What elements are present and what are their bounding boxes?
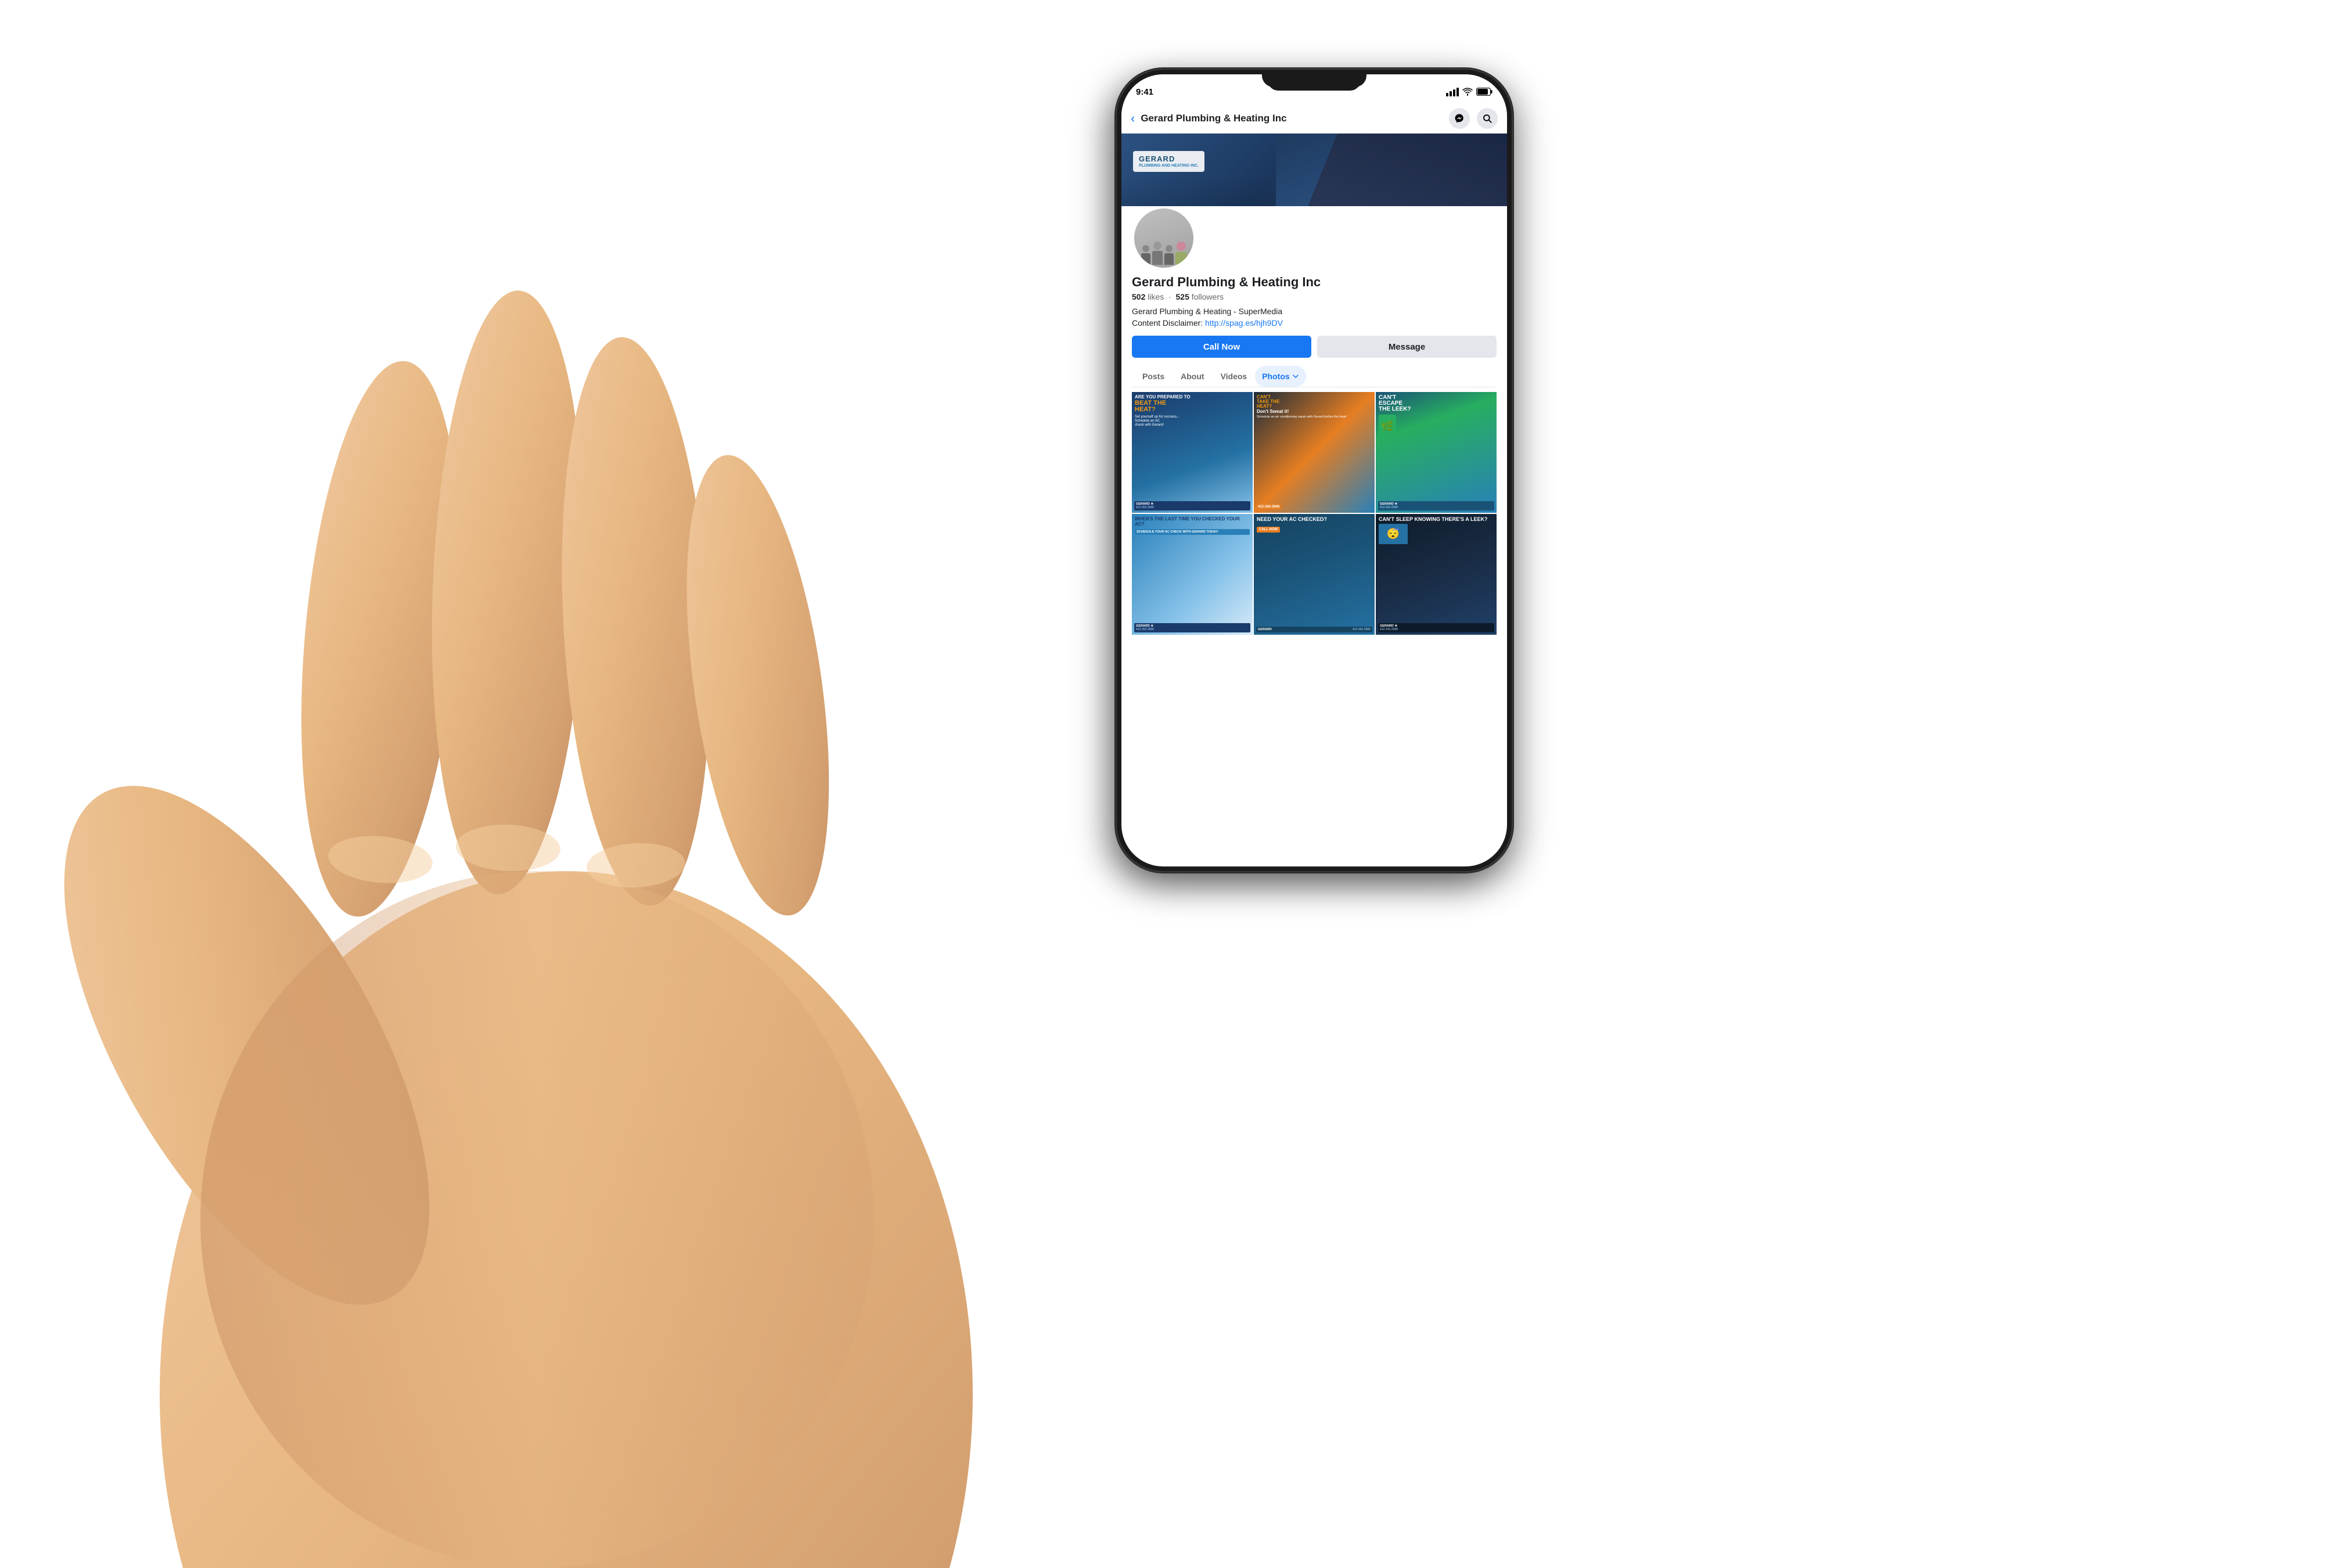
chevron-down-icon	[1292, 373, 1299, 380]
photo-thumb-4[interactable]: When's the last time you checked your AC…	[1132, 514, 1253, 635]
tab-posts[interactable]: Posts	[1134, 366, 1173, 387]
tab-photos[interactable]: Photos	[1255, 366, 1306, 387]
search-button[interactable]	[1477, 108, 1498, 129]
cover-logo: GERARD PLUMBING AND HEATING INC.	[1133, 151, 1204, 172]
page-stats: 502 likes · 525 followers	[1132, 292, 1497, 301]
tab-videos[interactable]: Videos	[1213, 366, 1256, 387]
description-link[interactable]: http://spag.es/hjh9DV	[1205, 318, 1283, 328]
avatar-wrapper	[1132, 206, 1497, 270]
status-bar: 9:41	[1121, 74, 1507, 103]
photo-thumb-1[interactable]: Are you prepared to BEAT THEHEAT? Set yo…	[1132, 392, 1253, 513]
back-button[interactable]: ‹	[1131, 111, 1135, 126]
photo-thumb-6[interactable]: CAN'T SLEEP KNOWING THERE'S A LEEK? 😴 GE…	[1376, 514, 1497, 635]
page-name: Gerard Plumbing & Heating Inc	[1132, 275, 1497, 290]
navbar-title: Gerard Plumbing & Heating Inc	[1141, 113, 1443, 124]
hand-illustration	[44, 116, 1786, 1568]
phone-device: 9:41	[1117, 70, 1512, 871]
main-container: 9:41	[0, 0, 2352, 1568]
status-icons	[1446, 88, 1493, 96]
profile-section: Gerard Plumbing & Heating Inc 502 likes …	[1121, 206, 1507, 642]
photo-thumb-2[interactable]: Can'ttake theHEAT? Don't Sweat it! Sched…	[1254, 392, 1375, 513]
messenger-button[interactable]	[1449, 108, 1470, 129]
status-time: 9:41	[1136, 87, 1153, 97]
phone-screen: 9:41	[1121, 74, 1507, 866]
photo-thumb-5[interactable]: NEED YOUR AC CHECKED? CALL NOW GERARD 41…	[1254, 514, 1375, 635]
battery-icon	[1476, 88, 1493, 96]
tabs-bar: Posts About Videos Photos	[1132, 366, 1497, 387]
wifi-icon	[1462, 88, 1473, 96]
call-now-button[interactable]: Call Now	[1132, 336, 1311, 358]
tab-about[interactable]: About	[1173, 366, 1212, 387]
phone-container: 9:41	[1117, 70, 1512, 871]
photo-thumb-3[interactable]: CAN'TESCAPETHE LEEK? 🌿 GERARD ★	[1376, 392, 1497, 513]
navbar-icons	[1449, 108, 1498, 129]
signal-icon	[1446, 88, 1459, 96]
page-description: Gerard Plumbing & Heating - SuperMedia C…	[1132, 306, 1497, 329]
facebook-navbar: ‹ Gerard Plumbing & Heating Inc	[1121, 103, 1507, 134]
photos-grid: Are you prepared to BEAT THEHEAT? Set yo…	[1132, 387, 1497, 635]
message-button[interactable]: Message	[1317, 336, 1497, 358]
profile-avatar	[1132, 206, 1196, 270]
action-buttons: Call Now Message	[1132, 336, 1497, 358]
notch	[1268, 74, 1361, 91]
